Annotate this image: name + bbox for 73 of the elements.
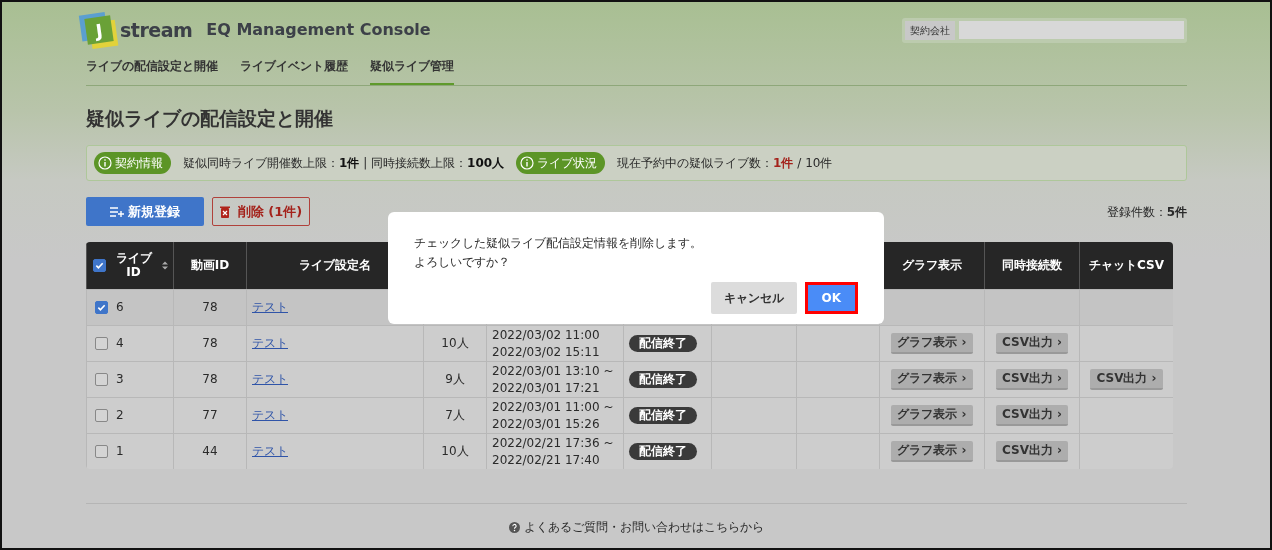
table-cell: 9人	[445, 371, 465, 386]
table-cell: 7人	[445, 407, 465, 422]
table-cell: 44	[202, 443, 218, 458]
nav-tab[interactable]: ライブイベント履歴	[240, 52, 348, 85]
table-cell: 10人	[441, 443, 469, 458]
csv-button[interactable]: CSV出力 ›	[995, 332, 1069, 355]
status-pill: 配信終了	[629, 334, 697, 353]
column-header: グラフ表示	[902, 257, 962, 272]
status-pill: 配信終了	[629, 406, 697, 425]
name-link[interactable]: テスト	[252, 299, 288, 314]
graph-button[interactable]: グラフ表示 ›	[891, 404, 973, 427]
graph-button[interactable]: グラフ表示 ›	[891, 440, 973, 463]
table-cell: 2	[116, 408, 124, 423]
name-link[interactable]: テスト	[252, 443, 288, 458]
row-checkbox[interactable]	[95, 337, 108, 350]
cancel-button[interactable]: キャンセル	[710, 282, 797, 315]
date-range: 2022/03/01 13:10 ~ 2022/03/01 17:21	[492, 363, 615, 396]
table-cell: 78	[202, 335, 218, 350]
name-link[interactable]: テスト	[252, 335, 288, 350]
graph-button[interactable]: グラフ表示 ›	[891, 368, 973, 391]
nav-tab[interactable]: ライブの配信設定と開催	[86, 52, 218, 85]
name-link[interactable]: テスト	[252, 371, 288, 386]
row-checkbox[interactable]	[95, 373, 108, 386]
csv-button[interactable]: CSV出力 ›	[995, 440, 1069, 463]
table-cell: 4	[116, 336, 124, 351]
page-title: 疑似ライブの配信設定と開催	[86, 105, 334, 131]
field-label: 契約会社	[905, 20, 955, 40]
table-cell: 10人	[441, 335, 469, 350]
csv-button[interactable]: CSV出力 ›	[995, 368, 1069, 391]
name-link[interactable]: テスト	[252, 407, 288, 422]
dialog-message: チェックした疑似ライブ配信設定情報を削除します。 よろしいですか？	[414, 235, 703, 272]
add-list-icon	[110, 206, 124, 217]
info-text: 現在予約中の疑似ライブ数：1件 / 10件	[617, 155, 833, 172]
csv-button[interactable]: CSV出力 ›	[1090, 368, 1163, 391]
record-count: 登録件数：5件	[1106, 203, 1187, 221]
help-link[interactable]: よくあるご質問・お問い合わせはこちらから	[509, 518, 764, 536]
row-checkbox[interactable]	[95, 445, 108, 458]
csv-button[interactable]: CSV出力 ›	[995, 404, 1069, 427]
logo-text: stream	[120, 18, 193, 43]
table-cell: 77	[202, 407, 218, 422]
column-header: ライブ設定名	[299, 257, 371, 272]
date-range: 2022/03/01 11:00 ~ 2022/03/01 15:26	[492, 399, 615, 432]
help-icon	[509, 521, 520, 533]
company-field[interactable]	[959, 21, 1184, 40]
nav-tab[interactable]: 疑似ライブ管理	[370, 52, 454, 85]
select-all-checkbox[interactable]	[92, 259, 106, 272]
new-button[interactable]: 新規登録	[86, 197, 204, 226]
table-cell: 1	[116, 444, 124, 459]
row-checkbox[interactable]	[95, 409, 108, 422]
graph-button[interactable]: グラフ表示 ›	[891, 332, 973, 355]
date-range: 2022/03/02 11:00 2022/03/02 15:11	[492, 327, 601, 360]
table-cell: 78	[202, 299, 218, 314]
info-text: 疑似同時ライブ開催数上限：1件 | 同時接続数上限：100人	[183, 155, 505, 172]
delete-button[interactable]: 削除 (1件)	[212, 197, 310, 226]
sort-icon[interactable]	[161, 261, 168, 270]
status-pill: 配信終了	[629, 370, 697, 389]
ok-button[interactable]: OK	[804, 282, 858, 315]
info-icon	[520, 156, 535, 170]
status-pill: 配信終了	[629, 442, 697, 461]
table-cell: 6	[116, 300, 124, 315]
info-icon	[98, 156, 112, 170]
row-checkbox[interactable]	[95, 301, 108, 314]
trash-icon	[219, 205, 230, 218]
table-cell: 78	[202, 371, 218, 386]
app-title: EQ Management Console	[206, 19, 431, 42]
column-header: 動画ID	[190, 257, 230, 272]
column-header: ライブ ID	[114, 252, 154, 279]
date-range: 2022/02/21 17:36 ~ 2022/02/21 17:40	[492, 435, 615, 468]
column-header: 同時接続数	[1002, 257, 1062, 272]
table-cell: 3	[116, 372, 124, 387]
info-badge: 契約情報	[94, 152, 171, 174]
info-badge: ライブ状況	[516, 152, 606, 174]
column-header: チャットCSV	[1089, 257, 1164, 272]
